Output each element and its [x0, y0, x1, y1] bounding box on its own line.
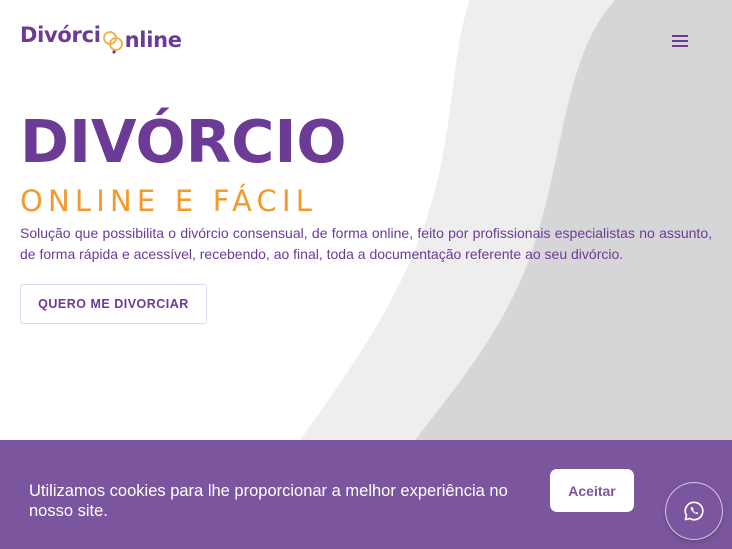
- cookie-banner-text: Utilizamos cookies para lhe proporcionar…: [29, 482, 508, 520]
- quero-me-divorciar-button[interactable]: QUERO ME DIVORCIAR: [20, 284, 207, 324]
- wedding-rings-icon: [102, 31, 123, 54]
- menu-bar-2: [672, 40, 688, 42]
- hamburger-menu-icon[interactable]: [670, 32, 690, 50]
- hero-description: Solução que possibilita o divórcio conse…: [20, 225, 712, 262]
- cookie-banner: Utilizamos cookies para lhe proporcionar…: [0, 440, 732, 549]
- logo-text-part1: Divórci: [20, 23, 101, 47]
- whatsapp-button[interactable]: [666, 483, 722, 539]
- hero-title: DIVÓRCIO: [20, 107, 347, 176]
- whatsapp-icon: [684, 501, 704, 521]
- site-logo[interactable]: Divórci nline: [20, 20, 182, 54]
- menu-bar-3: [672, 45, 688, 47]
- accept-cookies-button[interactable]: Aceitar: [550, 469, 634, 512]
- logo-text-part2: nline: [124, 28, 182, 52]
- site-header: Divórci nline: [0, 0, 732, 80]
- menu-bar-1: [672, 35, 688, 37]
- hero-subtitle: ONLINE E FÁCIL: [20, 184, 318, 218]
